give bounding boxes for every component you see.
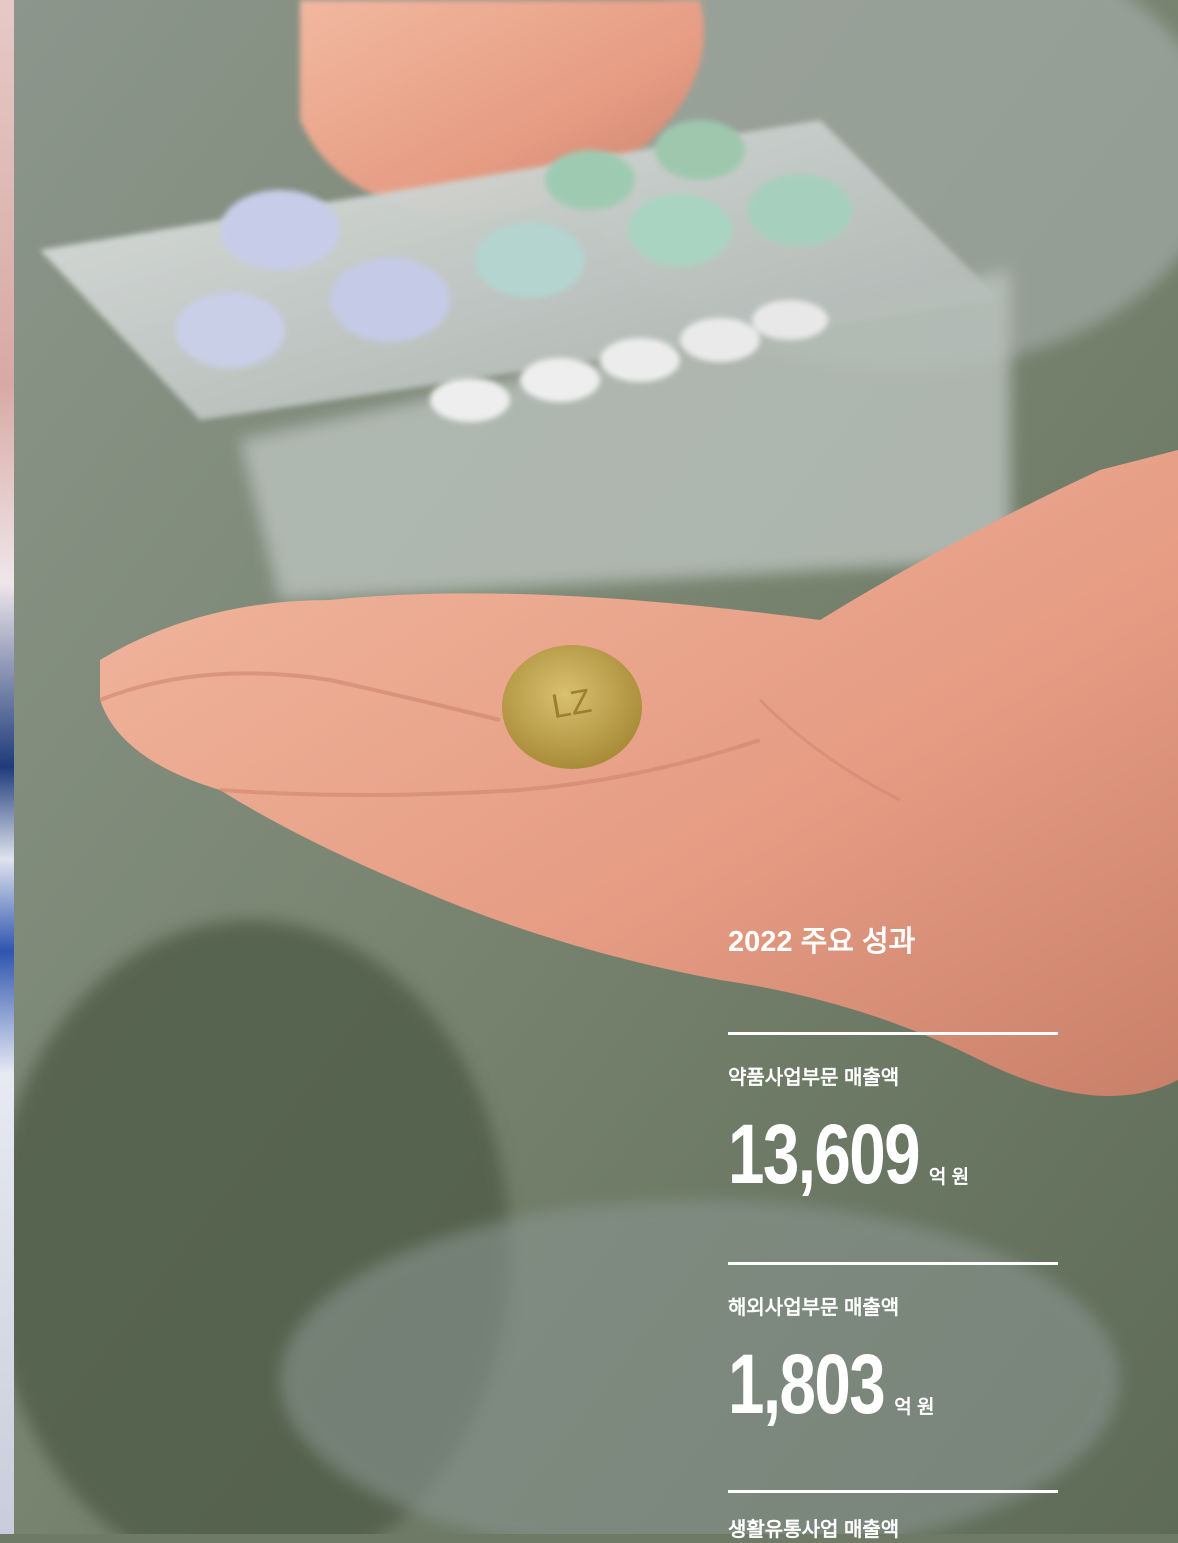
metric-value-row: 13,609 억 원 [728,1109,1058,1199]
metric-unit: 억 원 [928,1167,970,1188]
metric-label: 해외사업부문 매출액 [728,1297,900,1319]
key-results-panel: 2022 주요 성과 약품사업부문 매출액 13,609 억 원 해외사업부문 매… [728,920,1058,1541]
divider [728,1490,1058,1493]
pill-imprint: LZ [549,682,595,726]
metric-unit: 억 원 [894,1397,935,1418]
metric-overseas-sales: 해외사업부문 매출액 1,803 억 원 [728,1262,1058,1429]
metric-value: 13,609 [728,1107,921,1201]
metric-value: 1,803 [728,1337,886,1431]
metric-value-row: 1,803 억 원 [728,1339,1058,1429]
divider [728,1032,1058,1035]
metric-consumer-distribution-sales: 생활유통사업 매출액 [728,1490,1058,1543]
metric-pharma-sales: 약품사업부문 매출액 13,609 억 원 [728,1032,1058,1199]
divider [728,1262,1058,1265]
adjacent-page-edge [0,0,14,1534]
metric-label: 약품사업부문 매출액 [728,1067,900,1089]
metric-label: 생활유통사업 매출액 [728,1519,900,1541]
key-results-title: 2022 주요 성과 [728,926,916,958]
